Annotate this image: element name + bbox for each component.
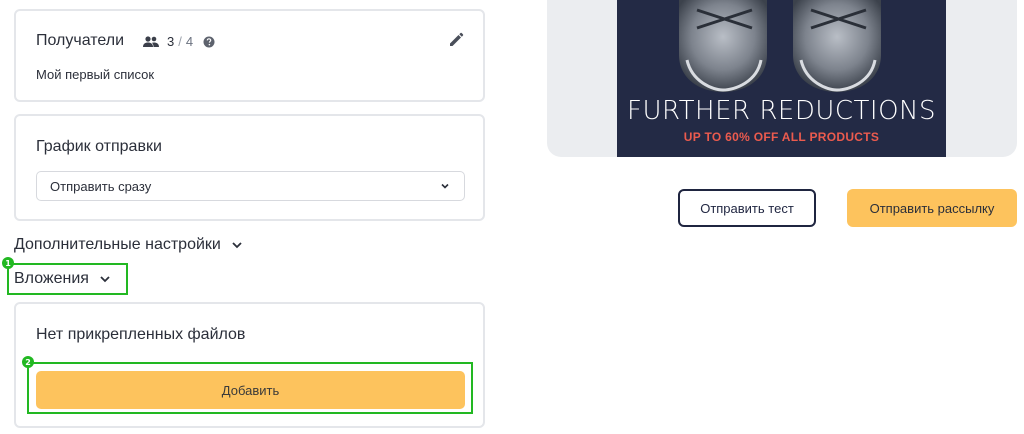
- annotation-marker-2: 2: [22, 356, 34, 368]
- help-icon[interactable]: [203, 36, 215, 48]
- schedule-card: График отправки Отправить сразу: [14, 114, 485, 221]
- sneakers-image: [679, 0, 881, 92]
- banner-subline: UP TO 60% OFF ALL PRODUCTS: [683, 130, 880, 144]
- advanced-settings-label: Дополнительные настройки: [14, 236, 221, 253]
- edit-recipients-button[interactable]: [447, 31, 465, 49]
- recipients-title: Получатели: [36, 32, 125, 49]
- chevron-down-icon: [232, 242, 242, 249]
- send-campaign-button[interactable]: Отправить рассылку: [847, 189, 1017, 227]
- schedule-selected-value: Отправить сразу: [50, 179, 152, 194]
- people-icon: [143, 35, 159, 47]
- advanced-settings-toggle[interactable]: Дополнительные настройки: [14, 236, 243, 254]
- banner-headline: FURTHER REDUCTIONS: [626, 96, 936, 126]
- recipient-list-name: Мой первый список: [36, 67, 155, 82]
- recipients-limit: 4: [185, 34, 194, 49]
- schedule-title: График отправки: [36, 138, 162, 155]
- recipients-count-value: 3: [167, 34, 175, 49]
- attachments-highlight-box: [7, 263, 128, 295]
- chevron-down-icon: [441, 183, 449, 189]
- recipients-card: Получатели 3 / 4 Мой первый список: [14, 9, 485, 102]
- annotation-marker-1: 1: [2, 257, 14, 269]
- send-test-button[interactable]: Отправить тест: [678, 189, 816, 227]
- pencil-icon: [450, 32, 464, 46]
- no-files-text: Нет прикрепленных файлов: [36, 326, 246, 343]
- add-button-highlight-box: [27, 362, 473, 414]
- schedule-select[interactable]: Отправить сразу: [36, 171, 465, 201]
- email-preview-banner: FURTHER REDUCTIONS UP TO 60% OFF ALL PRO…: [617, 0, 946, 157]
- recipients-count-separator: /: [178, 34, 182, 49]
- recipients-count: 3 / 4: [143, 34, 215, 49]
